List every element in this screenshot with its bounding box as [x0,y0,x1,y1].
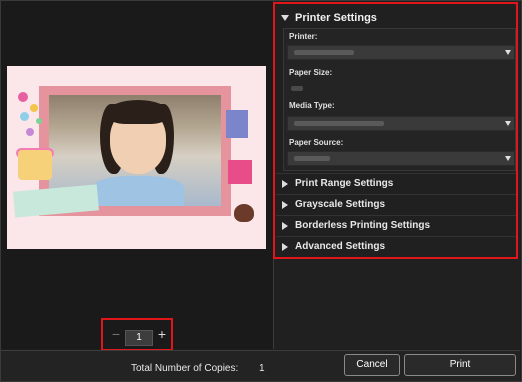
copies-input[interactable]: 1 [125,330,153,346]
flower-decoration [20,112,29,121]
decrease-copies-button[interactable]: − [110,327,122,341]
flower-decoration [36,118,42,124]
cancel-button[interactable]: Cancel [344,354,400,376]
flower-decoration [18,92,28,102]
total-copies-value: 1 [259,363,265,374]
ribbon-decoration [226,110,248,138]
flower-decoration [26,128,34,136]
gift-decoration [234,204,254,222]
cake-decoration [18,150,52,180]
photo-hair [108,100,168,124]
photo-shirt [92,176,184,206]
settings-highlight-box [273,2,518,259]
increase-copies-button[interactable]: + [156,327,168,341]
print-button[interactable]: Print [404,354,516,376]
flower-decoration [30,104,38,112]
total-copies-label: Total Number of Copies: [131,363,239,374]
gift-decoration [228,160,252,184]
